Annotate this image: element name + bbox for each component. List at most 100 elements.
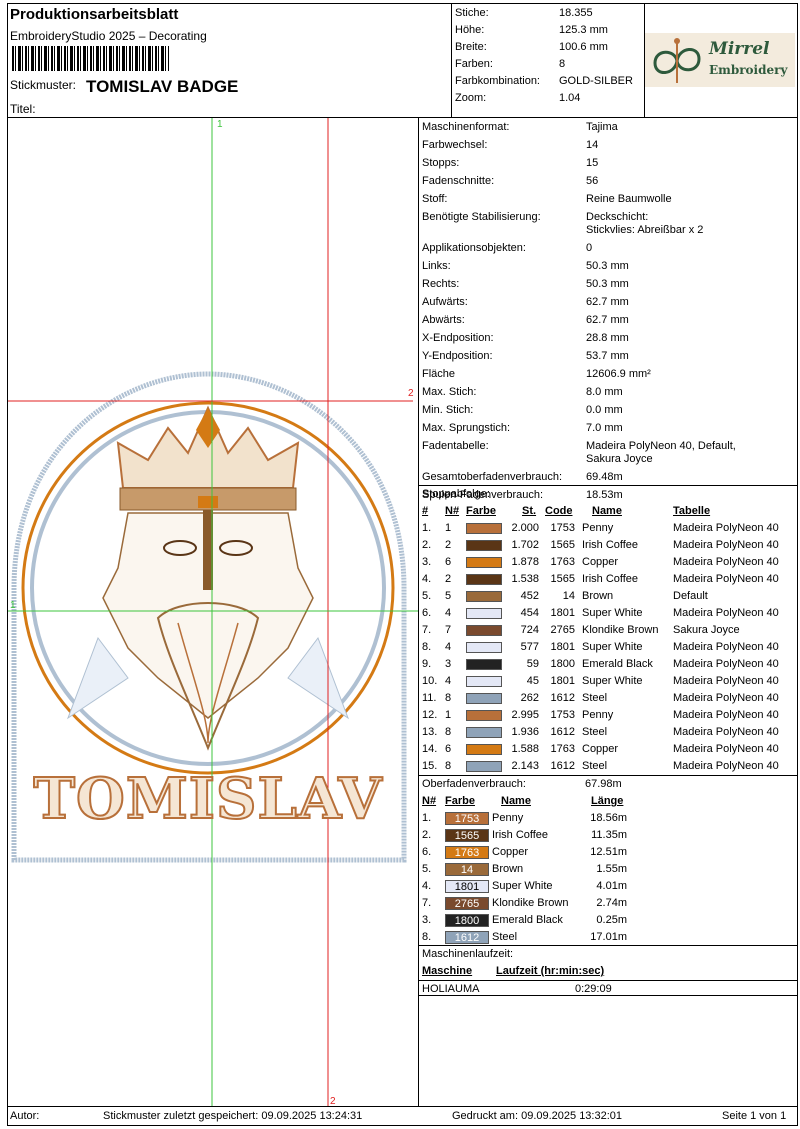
stop-nr: 7 [445,624,452,636]
stop-row: 12. 1 2.995 1753 Penny Madeira PolyNeon … [419,707,798,724]
thread-row: 3. 1800 Emerald Black 0.25m [419,912,798,929]
thread-row: 4. 1801 Super White 4.01m [419,878,798,895]
stop-color-swatch [466,557,502,568]
stop-table: Madeira PolyNeon 40 [673,556,779,568]
app-name: EmbroideryStudio 2025 – Decorating [10,29,207,43]
thread-col-length: Länge [591,795,624,807]
stop-table: Madeira PolyNeon 40 [673,709,779,721]
stops-header: # N# Farbe St. Code Name Tabelle [419,503,798,520]
stop-code: 1612 [550,726,575,738]
property-value: 62.7 mm [586,314,629,326]
thread-index: 3. [422,914,432,926]
stop-name: Penny [582,522,614,534]
stop-color-swatch [466,710,502,721]
stop-row: 13. 8 1.936 1612 Steel Madeira PolyNeon … [419,724,798,741]
property-key: X-Endposition: [422,332,494,344]
stop-table: Madeira PolyNeon 40 [673,743,779,755]
stop-index: 13. [422,726,438,738]
property-value: 62.7 mm [586,296,629,308]
summary-list: Stiche: 18.355 Höhe: 125.3 mm Breite: 100.6 m… [452,3,644,107]
stop-color-swatch [466,608,502,619]
property-value: 50.3 mm [586,278,629,290]
stop-index: 11. [422,692,437,704]
stops-rows: 1. 1 2.000 1753 Penny Madeira PolyNeon 4… [419,520,798,775]
summary-key: Farben: [455,58,493,70]
property-value: 28.8 mm [586,332,629,344]
thread-section: Oberfadenverbrauch: 67.98m N# Farbe Name… [419,775,798,946]
property-value: 0 [586,242,593,254]
thread-length: 1.55m [596,863,627,875]
stop-name: Klondike Brown [582,624,659,636]
thread-index: 2. [422,829,432,841]
guide-label-h2: 2 [408,388,414,399]
property-value: 0.0 mm [586,404,623,416]
guide-label-v1: 1 [217,119,223,130]
stop-stitches: 452 [520,590,539,602]
stop-table: Default [673,590,708,602]
thread-color-swatch: 2765 [445,897,489,910]
thread-index: 5. [422,863,432,875]
stop-name: Steel [582,692,608,704]
thread-length: 4.01m [596,880,627,892]
thread-name: Penny [492,812,524,824]
barcode [12,46,169,71]
footer-page: Seite 1 von 1 [722,1110,787,1122]
thread-length: 18.56m [590,812,627,824]
stop-table: Madeira PolyNeon 40 [673,573,779,585]
stop-row: 6. 4 454 1801 Super White Madeira PolyNe… [419,605,798,622]
property-row: Aufwärts: 62.7 mm [422,293,798,311]
property-key: Applikationsobjekten: [422,242,526,254]
stop-index: 9. [422,658,432,670]
property-row: Max. Sprungstich: 7.0 mm [422,419,798,437]
footer-author: Autor: [10,1110,40,1122]
thread-color-swatch: 1565 [445,829,489,842]
stop-code: 1565 [550,539,575,551]
design-preview: TOMISLAV [8,118,418,1106]
thread-header: N# Farbe Name Länge [419,793,798,810]
stop-nr: 4 [445,607,452,619]
thread-col-nr: N# [422,795,437,807]
thread-row: 1. 1753 Penny 18.56m [419,810,798,827]
stop-index: 8. [422,641,432,653]
stop-nr: 4 [445,641,452,653]
stop-index: 3. [422,556,432,568]
runtime-col-time: Laufzeit (hr:min:sec) [496,965,605,977]
runtime-header: Maschine Laufzeit (hr:min:sec) [419,963,798,980]
stop-code: 1612 [550,760,575,772]
thread-col-color: Farbe [445,795,475,807]
stop-nr: 4 [445,675,452,687]
property-key: Fadentabelle: [422,440,489,452]
thread-row: 8. 1612 Steel 17.01m [419,929,798,946]
thread-color-swatch: 1800 [445,914,489,927]
stop-name: Super White [582,607,643,619]
stop-color-swatch [466,744,502,755]
stop-stitches: 45 [526,675,539,687]
stop-code: 1763 [550,743,575,755]
property-key: Max. Stich: [422,386,477,398]
warrior-face-graphic [66,510,350,751]
stop-color-swatch [466,642,502,653]
property-row: Max. Stich: 8.0 mm [422,383,798,401]
stop-color-swatch [466,574,502,585]
runtime-title: Maschinenlaufzeit: [422,948,514,960]
property-row: Abwärts: 62.7 mm [422,311,798,329]
property-key: Gesamtoberfadenverbrauch: [422,471,563,483]
stop-stitches: 59 [526,658,539,670]
summary-value: 8 [559,58,566,70]
thread-row: 5. 14 Brown 1.55m [419,861,798,878]
stop-table: Madeira PolyNeon 40 [673,760,779,772]
stop-row: 14. 6 1.588 1763 Copper Madeira PolyNeon… [419,741,798,758]
summary-value: 125.3 mm [559,24,608,36]
design-name: TOMISLAV BADGE [86,77,239,96]
property-row: Min. Stich: 0.0 mm [422,401,798,419]
summary-key: Stiche: [455,7,489,19]
footer-saved: Stickmuster zuletzt gespeichert: 09.09.2… [103,1110,363,1122]
stop-code: 1612 [550,692,575,704]
stop-table: Madeira PolyNeon 40 [673,641,779,653]
summary-row: Stiche: 18.355 [455,5,644,22]
stop-table: Madeira PolyNeon 40 [673,522,779,534]
stop-name: Emerald Black [582,658,653,670]
property-value: Deckschicht: [586,211,649,223]
stop-index: 1. [422,522,432,534]
stops-section: Stoppabfolge: # N# Farbe St. Code Name T… [419,485,798,776]
